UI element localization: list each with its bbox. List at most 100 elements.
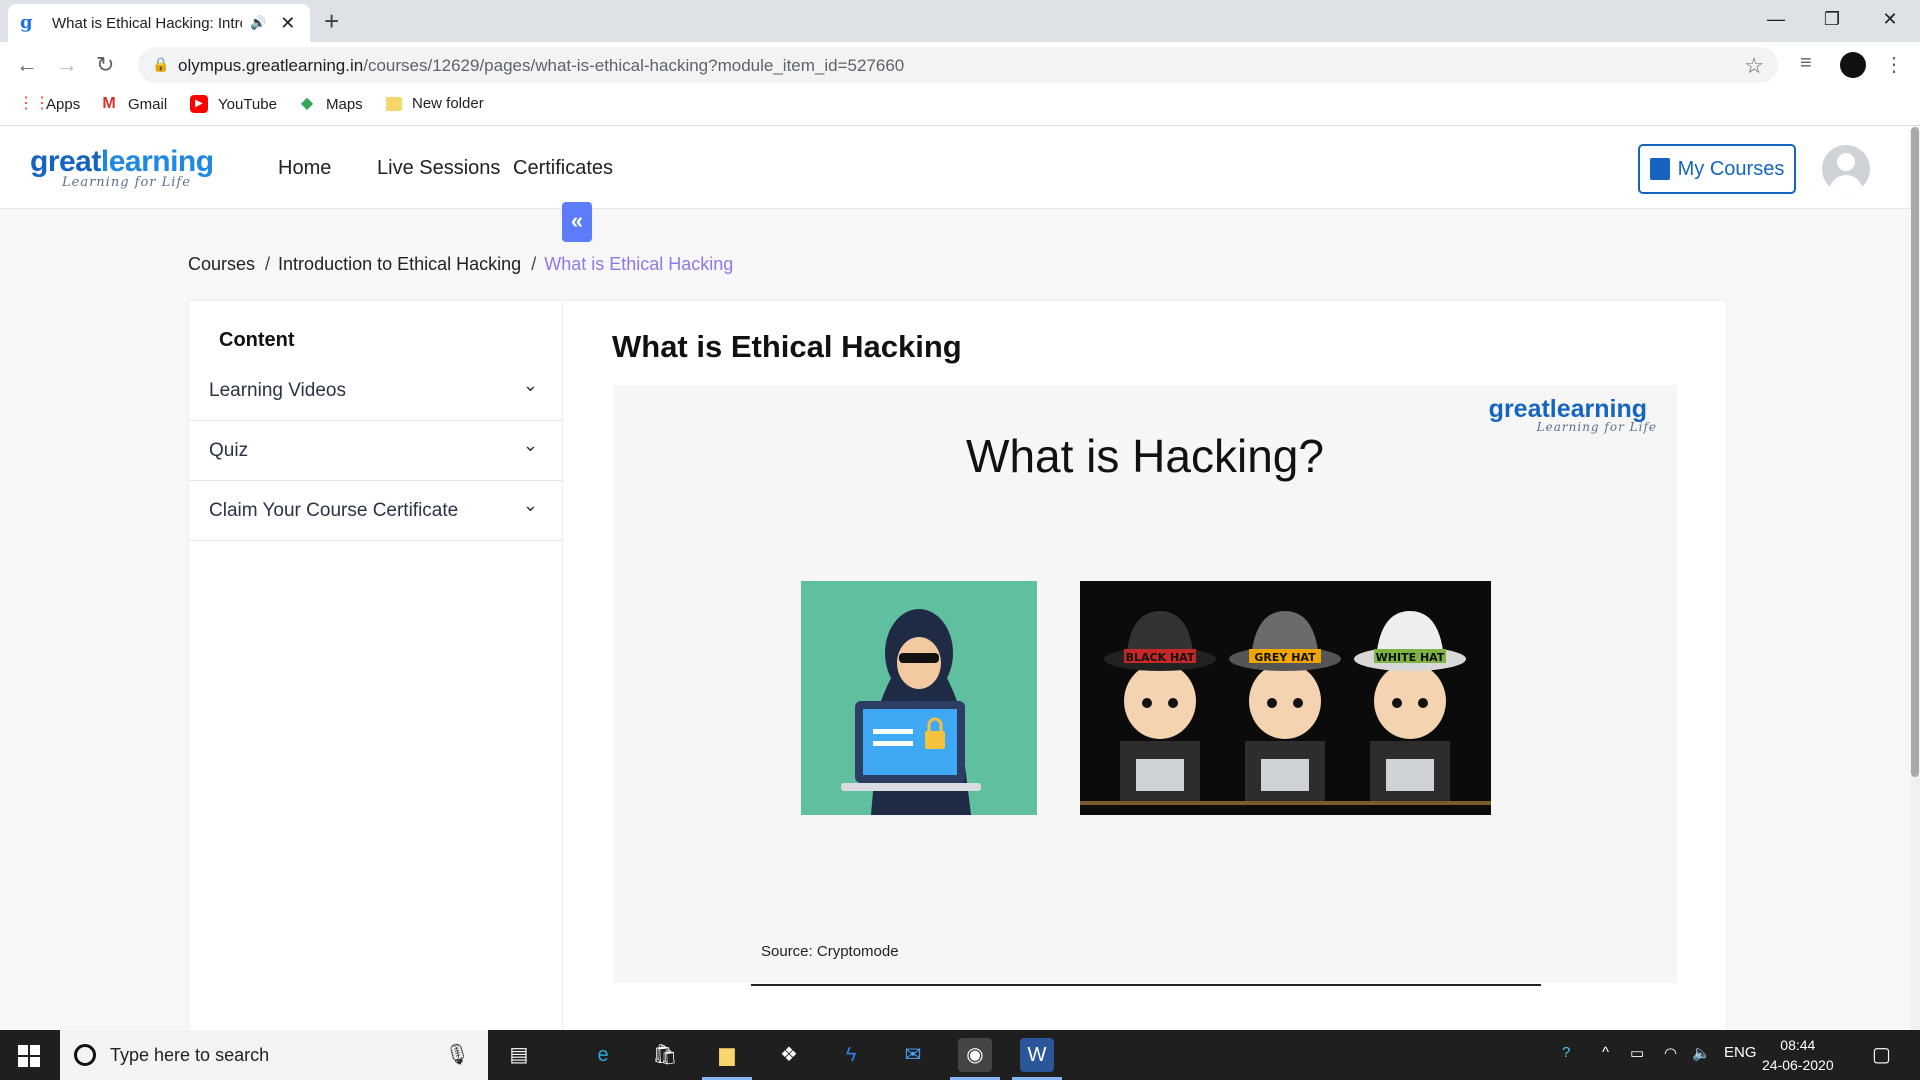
chevron-down-icon[interactable]: ⌄ [523,495,538,516]
restore-window-icon[interactable]: ❐ [1804,0,1860,38]
microphone-icon[interactable]: 🎙 [445,1042,470,1067]
hat-label-grey: GREY HAT [1254,651,1316,664]
close-window-icon[interactable]: ✕ [1862,0,1918,38]
hat-hackers-illustration: BLACK HAT GREY HAT WHITE HAT [1080,581,1491,815]
bookmarks-bar: ⋮⋮ Apps M Gmail ▶ YouTube ◆ Maps New fol… [0,88,1920,126]
bookmark-gmail[interactable]: M Gmail [100,95,167,113]
user-avatar[interactable] [1822,145,1870,193]
gmail-icon: M [102,95,116,112]
sidebar-item-label: Quiz [209,440,249,461]
page-scrollbar[interactable] [1910,127,1920,1030]
audio-playing-icon[interactable]: 🔊 [250,15,266,31]
url-host: olympus.greatlearning.in [178,56,364,75]
lesson-content: What is Ethical Hacking greatlearning Le… [563,300,1727,1030]
reload-icon[interactable]: ↻ [96,52,114,78]
volume-icon[interactable]: 🔈 [1692,1044,1711,1062]
word-icon[interactable]: W [1012,1038,1062,1080]
breadcrumb-separator: / [265,254,271,274]
collapse-sidebar-button[interactable]: « [562,202,592,242]
bookmark-maps[interactable]: ◆ Maps [298,95,363,113]
breadcrumb-current: What is Ethical Hacking [544,254,734,274]
tab-title: What is Ethical Hacking: Intro [52,14,242,32]
sidebar-heading: Content [219,329,295,351]
mail-icon[interactable]: ✉ [896,1038,930,1072]
bookmark-label: Apps [46,95,81,113]
wifi-icon[interactable]: ◠ [1664,1044,1677,1062]
nav-live-sessions[interactable]: Live Sessions [377,157,500,180]
bookmark-label: YouTube [218,95,277,113]
chrome-icon[interactable]: ◉ [950,1038,1000,1080]
tray-chevron-up-icon[interactable]: ^ [1602,1044,1609,1061]
clock-date: 24-06-2020 [1762,1057,1834,1073]
browser-tabstrip: g What is Ethical Hacking: Intro 🔊 ✕ + —… [0,0,1920,42]
scrollbar-thumb[interactable] [1911,127,1919,777]
logo-word-learning: learning [100,145,214,178]
sidebar-item-label: Claim Your Course Certificate [209,500,459,521]
bookmark-new-folder[interactable]: New folder [386,95,484,112]
windows-taskbar: Type here to search 🎙 ▤ e 🛍 ▆ ❖ ϟ ✉ ◉ W … [0,1030,1920,1080]
app-bolt-icon[interactable]: ϟ [834,1038,868,1072]
browser-profile-avatar[interactable] [1840,52,1866,78]
browser-tab-active[interactable]: g What is Ethical Hacking: Intro 🔊 ✕ [8,4,310,42]
input-language[interactable]: ENG [1724,1044,1757,1061]
slide-source: Source: Cryptomode [761,943,899,960]
sidebar-item-quiz[interactable]: Quiz ⌄ [189,421,564,481]
folder-icon [386,96,402,111]
bookmark-label: New folder [412,95,484,112]
sidebar-item-claim-certificate[interactable]: Claim Your Course Certificate ⌄ [189,481,564,541]
back-arrow-icon[interactable]: ← [16,52,38,78]
bookmark-star-icon[interactable]: ☆ [1744,53,1764,79]
bookmark-apps[interactable]: ⋮⋮ Apps [18,95,80,113]
nav-certificates[interactable]: Certificates [513,157,613,180]
file-explorer-icon[interactable]: ▆ [702,1038,752,1080]
breadcrumb-separator: / [531,254,537,274]
bookmark-label: Gmail [128,95,168,113]
site-favicon-icon: g [20,12,33,33]
url-text: olympus.greatlearning.in/courses/12629/p… [178,56,904,76]
breadcrumb-course[interactable]: Introduction to Ethical Hacking [278,254,521,274]
breadcrumb-courses[interactable]: Courses [188,254,255,274]
store-icon[interactable]: 🛍 [648,1038,682,1072]
notifications-icon[interactable]: ▢ [1872,1042,1891,1067]
maps-icon: ◆ [300,95,314,112]
edge-icon[interactable]: e [586,1038,620,1072]
sidebar-item-label: Learning Videos [209,380,346,401]
windows-start-icon[interactable] [18,1045,40,1067]
minimize-window-icon[interactable]: — [1748,0,1804,38]
logo-word-great: great [30,145,101,178]
close-tab-icon[interactable]: ✕ [280,13,295,34]
browser-menu-icon[interactable]: ⋮ [1884,52,1904,77]
new-tab-button[interactable]: + [324,6,339,37]
media-control-icon[interactable]: ≡ [1800,52,1812,75]
breadcrumb: Courses / Introduction to Ethical Hacking /… [188,254,741,275]
cortana-icon [74,1044,96,1066]
dropbox-icon[interactable]: ❖ [772,1038,806,1072]
book-icon [1649,158,1670,180]
bookmark-youtube[interactable]: ▶ YouTube [190,95,277,113]
content-sidebar: Content Learning Videos ⌄ Quiz ⌄ Claim Y… [188,300,564,1030]
logo-tagline: Learning for Life [62,175,191,190]
battery-icon[interactable]: ▭ [1630,1044,1644,1062]
sidebar-item-learning-videos[interactable]: Learning Videos ⌄ [189,361,564,421]
hat-label-white: WHITE HAT [1376,651,1445,664]
hat-label-black: BLACK HAT [1126,651,1195,664]
chevron-down-icon[interactable]: ⌄ [523,435,538,456]
slide-divider [751,984,1541,986]
site-header: greatlearning Learning for Life Home Liv… [0,127,1910,209]
address-bar[interactable]: 🔒 olympus.greatlearning.in/courses/12629… [138,47,1778,83]
nav-home[interactable]: Home [278,157,331,180]
my-courses-button[interactable]: My Courses [1638,144,1796,194]
search-placeholder: Type here to search [110,1045,270,1065]
youtube-icon: ▶ [190,95,208,113]
chevron-down-icon[interactable]: ⌄ [523,375,538,396]
my-courses-label: My Courses [1677,157,1785,180]
page-title: What is Ethical Hacking [612,329,962,364]
browser-toolbar: ← → ↻ 🔒 olympus.greatlearning.in/courses… [0,42,1920,88]
taskbar-search-box[interactable]: Type here to search 🎙 [60,1030,488,1080]
task-view-icon[interactable]: ▤ [502,1038,536,1072]
greatlearning-logo[interactable]: greatlearning Learning for Life [30,145,214,190]
help-icon[interactable]: ? [1562,1044,1570,1061]
bookmark-label: Maps [326,95,363,113]
taskbar-clock[interactable]: 08:44 24-06-2020 [1762,1035,1834,1075]
forward-arrow-icon[interactable]: → [56,52,78,78]
